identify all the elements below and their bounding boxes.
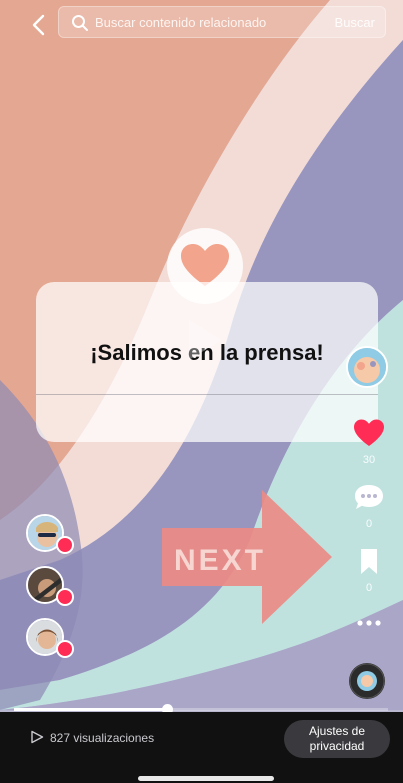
sound-disc[interactable] <box>349 663 385 699</box>
liker-avatar-1[interactable] <box>26 514 74 554</box>
liker-avatar-3[interactable] <box>26 618 74 658</box>
home-indicator[interactable] <box>138 776 274 781</box>
like-count: 30 <box>362 454 376 466</box>
like-button[interactable]: 30 <box>352 418 386 466</box>
heart-icon <box>56 588 74 606</box>
more-icon <box>357 620 381 626</box>
video-post-screen: Buscar contenido relacionado Buscar ¡Sal… <box>0 0 403 783</box>
top-bar: Buscar contenido relacionado Buscar <box>0 0 403 50</box>
privacy-settings-button[interactable]: Ajustes de privacidad <box>284 720 390 758</box>
search-icon <box>72 15 88 31</box>
next-arrow-text: NEXT <box>174 544 266 577</box>
heart-icon <box>354 419 384 446</box>
music-disc-icon <box>349 663 385 699</box>
back-icon[interactable] <box>24 10 54 40</box>
creator-avatar[interactable] <box>346 346 388 388</box>
card-divider <box>36 394 378 395</box>
comment-button[interactable]: 0 <box>352 482 386 530</box>
heart-icon <box>56 640 74 658</box>
privacy-label-line2: privacidad <box>309 739 365 753</box>
view-count-text: 827 visualizaciones <box>50 731 155 745</box>
bottom-bar: 827 visualizaciones Ajustes de privacida… <box>0 712 403 783</box>
more-button[interactable] <box>352 616 386 635</box>
privacy-label-line1: Ajustes de <box>308 724 366 738</box>
progress-fill <box>14 708 168 711</box>
search-placeholder: Buscar contenido relacionado <box>95 15 267 30</box>
heart-icon <box>56 536 74 554</box>
comment-count: 0 <box>365 518 373 530</box>
search-button[interactable]: Buscar <box>335 15 375 30</box>
play-icon <box>31 730 44 744</box>
liker-avatar-2[interactable] <box>26 566 74 606</box>
playback-progress[interactable] <box>14 704 388 715</box>
bookmark-icon <box>361 549 377 574</box>
search-input[interactable]: Buscar contenido relacionado Buscar <box>58 6 386 38</box>
save-count: 0 <box>365 582 373 594</box>
view-count: 827 visualizaciones <box>30 730 154 745</box>
play-icon[interactable] <box>185 316 225 364</box>
creator-avatar-image <box>348 348 386 386</box>
next-arrow-graphic: NEXT <box>162 490 332 624</box>
save-button[interactable]: 0 <box>352 546 386 594</box>
comment-icon <box>355 485 383 509</box>
